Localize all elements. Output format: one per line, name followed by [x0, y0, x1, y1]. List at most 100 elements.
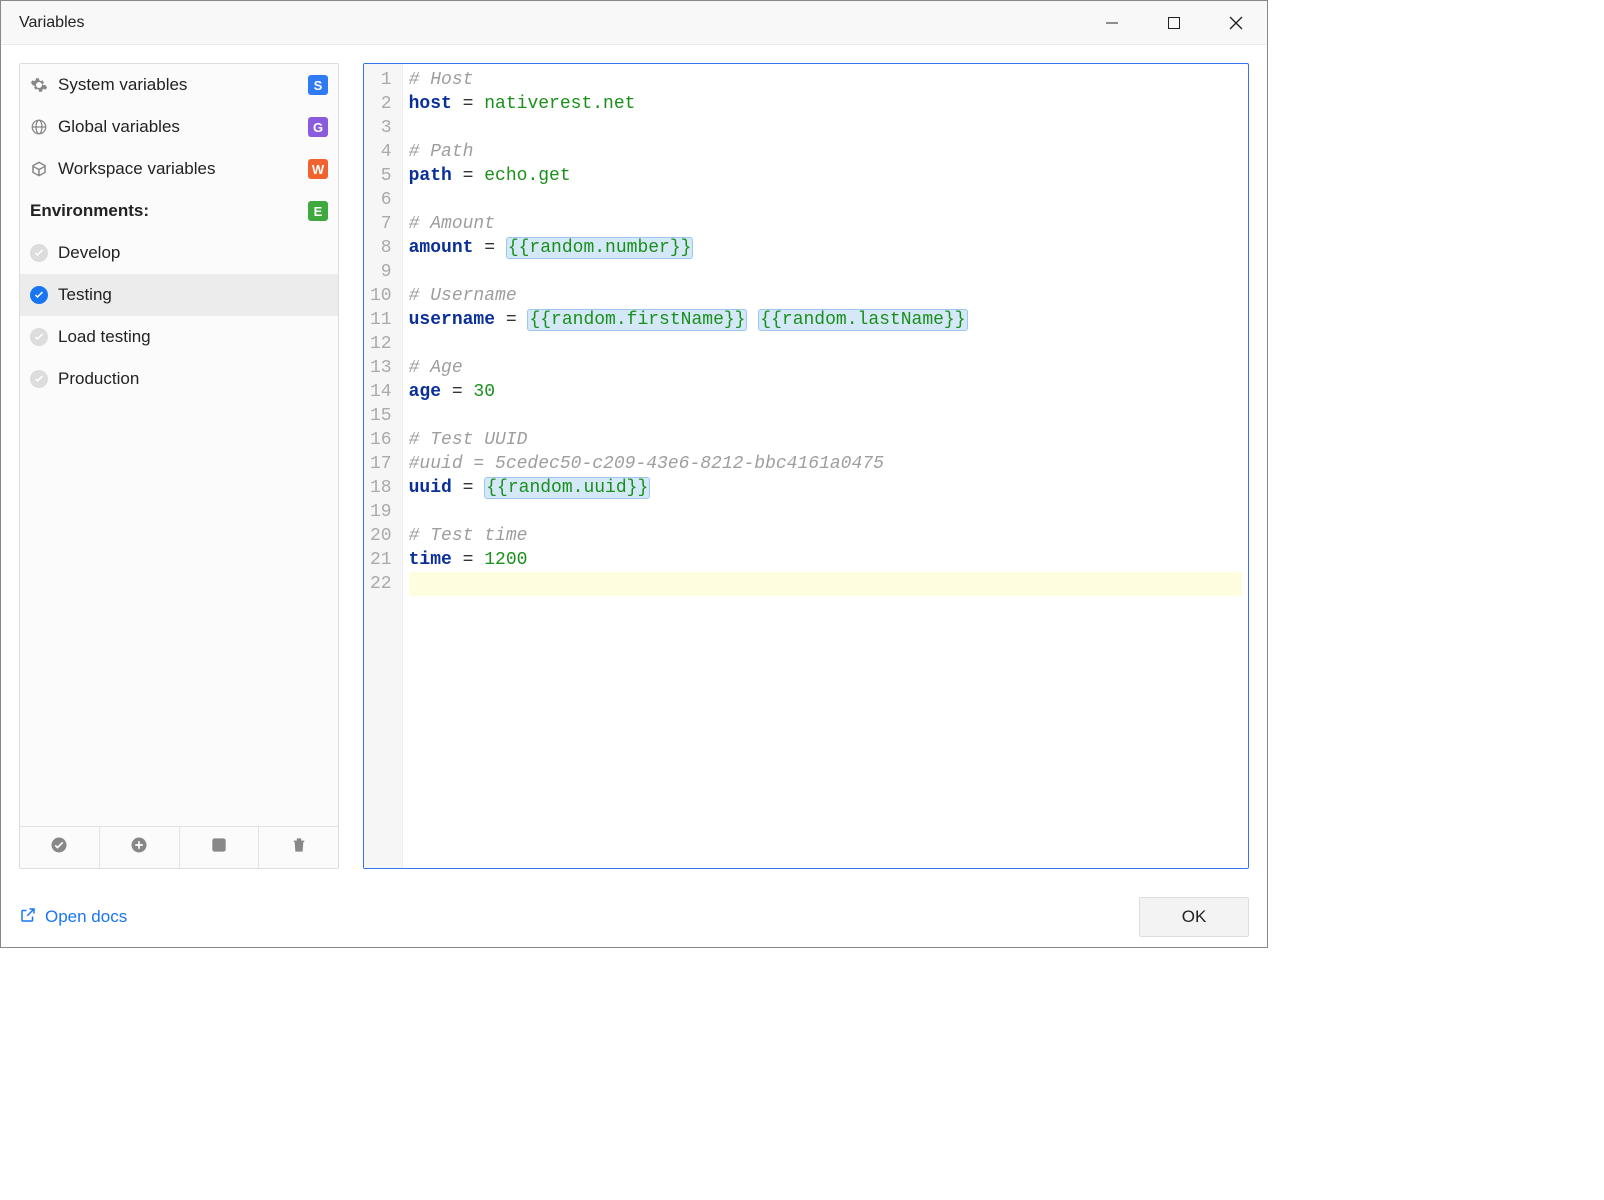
code-line[interactable]: age = 30: [409, 380, 1242, 404]
ok-button[interactable]: OK: [1139, 897, 1249, 937]
code-line[interactable]: # Test time: [409, 524, 1242, 548]
token-template: {{random.uuid}}: [484, 477, 650, 499]
gutter-line: 11: [370, 308, 392, 332]
token-comment: # Test UUID: [409, 430, 528, 450]
code-line[interactable]: # Amount: [409, 212, 1242, 236]
code-line[interactable]: #uuid = 5cedec50-c209-43e6-8212-bbc4161a…: [409, 452, 1242, 476]
gutter-line: 21: [370, 548, 392, 572]
maximize-button[interactable]: [1143, 1, 1205, 45]
code-line[interactable]: # Age: [409, 356, 1242, 380]
env-active-icon: [30, 286, 48, 304]
sidebar-item-label: System variables: [58, 75, 298, 95]
sidebar-env-load-testing[interactable]: Load testing: [20, 316, 338, 358]
sidebar-item-label: Environments:: [30, 201, 298, 221]
scope-badge: W: [308, 159, 328, 179]
gutter-line: 1: [370, 68, 392, 92]
sidebar-system-variables[interactable]: System variablesS: [20, 64, 338, 106]
sidebar-env-develop[interactable]: Develop: [20, 232, 338, 274]
sidebar-item-label: Global variables: [58, 117, 298, 137]
gutter-line: 8: [370, 236, 392, 260]
code-line[interactable]: [409, 404, 1242, 428]
edit-button[interactable]: [179, 827, 259, 868]
close-button[interactable]: [1205, 1, 1267, 45]
gutter-line: 5: [370, 164, 392, 188]
gutter-line: 2: [370, 92, 392, 116]
gutter-line: 16: [370, 428, 392, 452]
code-line[interactable]: amount = {{random.number}}: [409, 236, 1242, 260]
code-line[interactable]: # Test UUID: [409, 428, 1242, 452]
sidebar-workspace-variables[interactable]: Workspace variablesW: [20, 148, 338, 190]
token-comment: # Path: [409, 142, 474, 162]
token-key: amount: [409, 238, 474, 258]
window-controls: [1081, 1, 1267, 45]
code-line[interactable]: time = 1200: [409, 548, 1242, 572]
delete-button[interactable]: [258, 827, 338, 868]
gutter-line: 7: [370, 212, 392, 236]
editor-gutter: 12345678910111213141516171819202122: [364, 64, 403, 868]
token-value: nativerest.net: [484, 94, 635, 114]
token-eq: =: [452, 478, 484, 498]
scope-badge: G: [308, 117, 328, 137]
gutter-line: 12: [370, 332, 392, 356]
sidebar-environments-header: Environments: E: [20, 190, 338, 232]
code-line[interactable]: host = nativerest.net: [409, 92, 1242, 116]
env-active-icon: [30, 370, 48, 388]
token-key: uuid: [409, 478, 452, 498]
token-template: {{random.lastName}}: [758, 309, 967, 331]
code-line[interactable]: [409, 116, 1242, 140]
sidebar-global-variables[interactable]: Global variables G: [20, 106, 338, 148]
gear-icon: [30, 76, 48, 94]
token-key: username: [409, 310, 495, 330]
code-line[interactable]: [409, 260, 1242, 284]
env-active-icon: [30, 244, 48, 262]
sidebar-env-production[interactable]: Production: [20, 358, 338, 400]
window-title: Variables: [19, 14, 1081, 32]
token-eq: =: [452, 550, 484, 570]
sidebar-list: System variablesS Global variables G Worksp…: [20, 64, 338, 826]
plus-icon: [130, 836, 148, 859]
token-comment: #uuid = 5cedec50-c209-43e6-8212-bbc4161a…: [409, 454, 884, 474]
token-comment: # Test time: [409, 526, 528, 546]
code-line[interactable]: [409, 500, 1242, 524]
code-line[interactable]: [409, 188, 1242, 212]
minimize-button[interactable]: [1081, 1, 1143, 45]
code-line[interactable]: # Path: [409, 140, 1242, 164]
env-active-icon: [30, 328, 48, 346]
token-comment: # Amount: [409, 214, 495, 234]
code-line[interactable]: path = echo.get: [409, 164, 1242, 188]
gutter-line: 4: [370, 140, 392, 164]
cube-icon: [30, 160, 48, 178]
content: System variablesS Global variables G Worksp…: [1, 45, 1267, 887]
token-comment: # Host: [409, 70, 474, 90]
open-docs-link[interactable]: Open docs: [19, 906, 127, 929]
token-eq: =: [473, 238, 505, 258]
code-line[interactable]: # Host: [409, 68, 1242, 92]
sidebar: System variablesS Global variables G Worksp…: [19, 63, 339, 869]
token-eq: =: [495, 310, 527, 330]
code-line[interactable]: [409, 572, 1242, 596]
toggle-active-button[interactable]: [20, 827, 99, 868]
scope-badge: E: [308, 201, 328, 221]
gutter-line: 6: [370, 188, 392, 212]
code-line[interactable]: [409, 332, 1242, 356]
sidebar-env-testing[interactable]: Testing: [20, 274, 338, 316]
gutter-line: 18: [370, 476, 392, 500]
code-line[interactable]: uuid = {{random.uuid}}: [409, 476, 1242, 500]
sidebar-item-label: Develop: [58, 243, 328, 263]
token-template: {{random.firstName}}: [527, 309, 747, 331]
token-key: age: [409, 382, 441, 402]
sidebar-item-label: Load testing: [58, 327, 328, 347]
editor-code[interactable]: # Hosthost = nativerest.net # Pathpath =…: [403, 64, 1248, 868]
variables-editor[interactable]: 12345678910111213141516171819202122 # Ho…: [363, 63, 1249, 869]
gutter-line: 20: [370, 524, 392, 548]
code-line[interactable]: username = {{random.firstName}} {{random…: [409, 308, 1242, 332]
sidebar-toolbar: [20, 826, 338, 868]
gutter-line: 3: [370, 116, 392, 140]
token-key: time: [409, 550, 452, 570]
sidebar-item-label: Production: [58, 369, 328, 389]
add-button[interactable]: [99, 827, 179, 868]
sidebar-item-label: Testing: [58, 285, 328, 305]
token-key: path: [409, 166, 452, 186]
code-line[interactable]: # Username: [409, 284, 1242, 308]
token-eq: =: [441, 382, 473, 402]
